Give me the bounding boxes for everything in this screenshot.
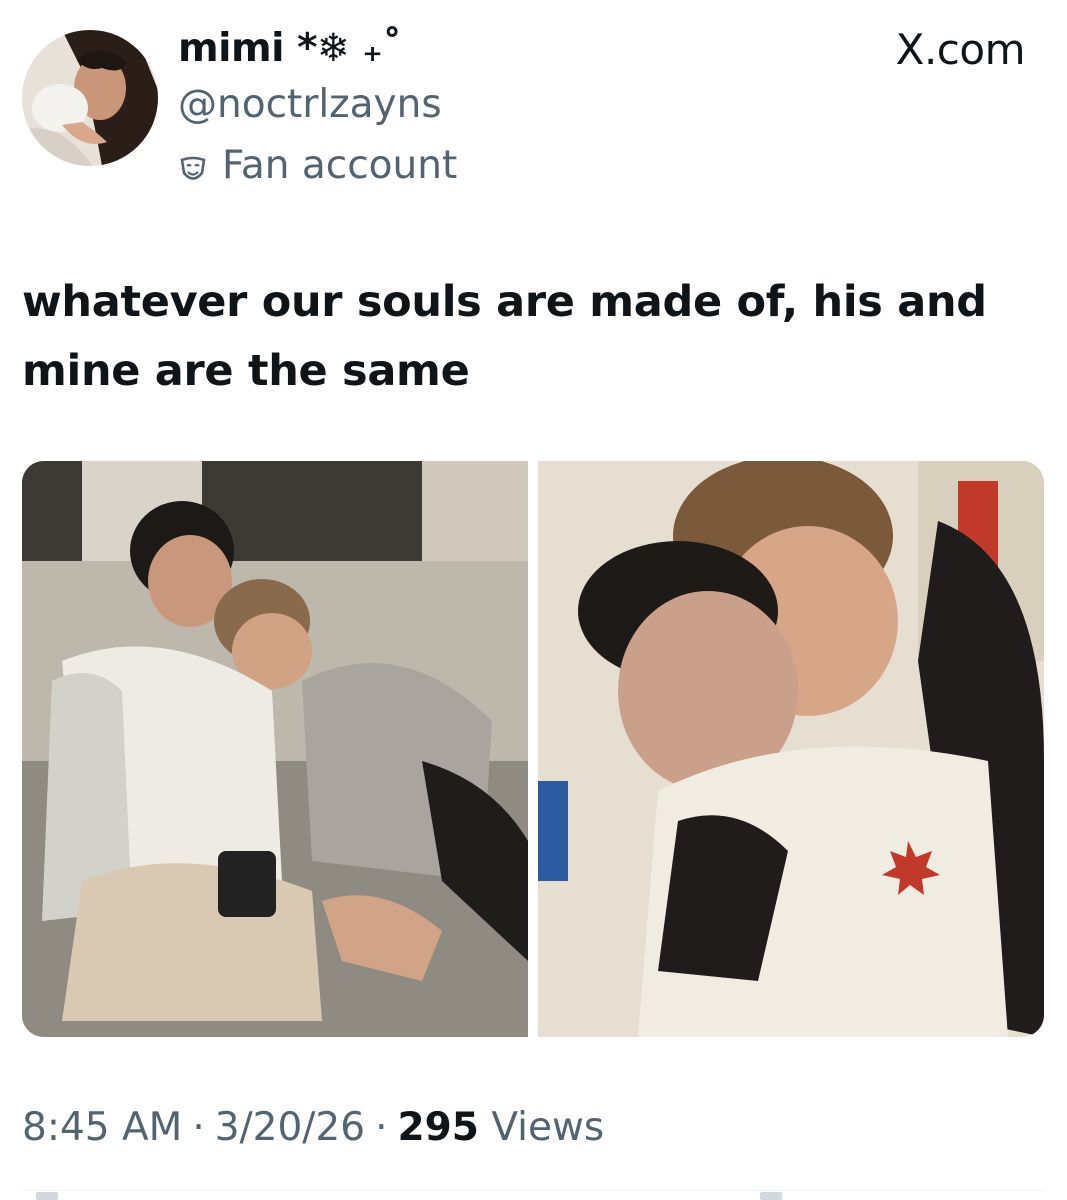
account-label: Fan account bbox=[178, 140, 457, 190]
user-handle[interactable]: @noctrlzayns bbox=[178, 80, 442, 130]
source-watermark: X.com bbox=[895, 25, 1026, 74]
divider bbox=[22, 1190, 1045, 1191]
meta-separator: · bbox=[375, 1105, 388, 1150]
tweet-time: 8:45 AM bbox=[22, 1105, 183, 1150]
account-label-text: Fan account bbox=[222, 142, 458, 188]
display-name[interactable]: mimi *❄ ₊˚ bbox=[178, 24, 402, 74]
photo-right[interactable] bbox=[538, 461, 1044, 1037]
theater-mask-icon bbox=[178, 150, 208, 180]
views-label[interactable]: Views bbox=[491, 1105, 604, 1150]
views-count: 295 bbox=[397, 1105, 479, 1150]
meta-separator: · bbox=[192, 1105, 205, 1150]
avatar-image bbox=[22, 30, 158, 166]
action-icon-partial bbox=[36, 1192, 58, 1200]
tweet-meta: 8:45 AM · 3/20/26 · 295 Views bbox=[22, 1102, 604, 1154]
media-grid bbox=[22, 461, 1044, 1037]
tweet-text: whatever our souls are made of, his and … bbox=[22, 277, 987, 396]
tweet-date: 3/20/26 bbox=[214, 1105, 366, 1150]
avatar[interactable] bbox=[22, 30, 158, 166]
photo-left[interactable] bbox=[22, 461, 528, 1037]
action-icon-partial bbox=[760, 1192, 782, 1200]
